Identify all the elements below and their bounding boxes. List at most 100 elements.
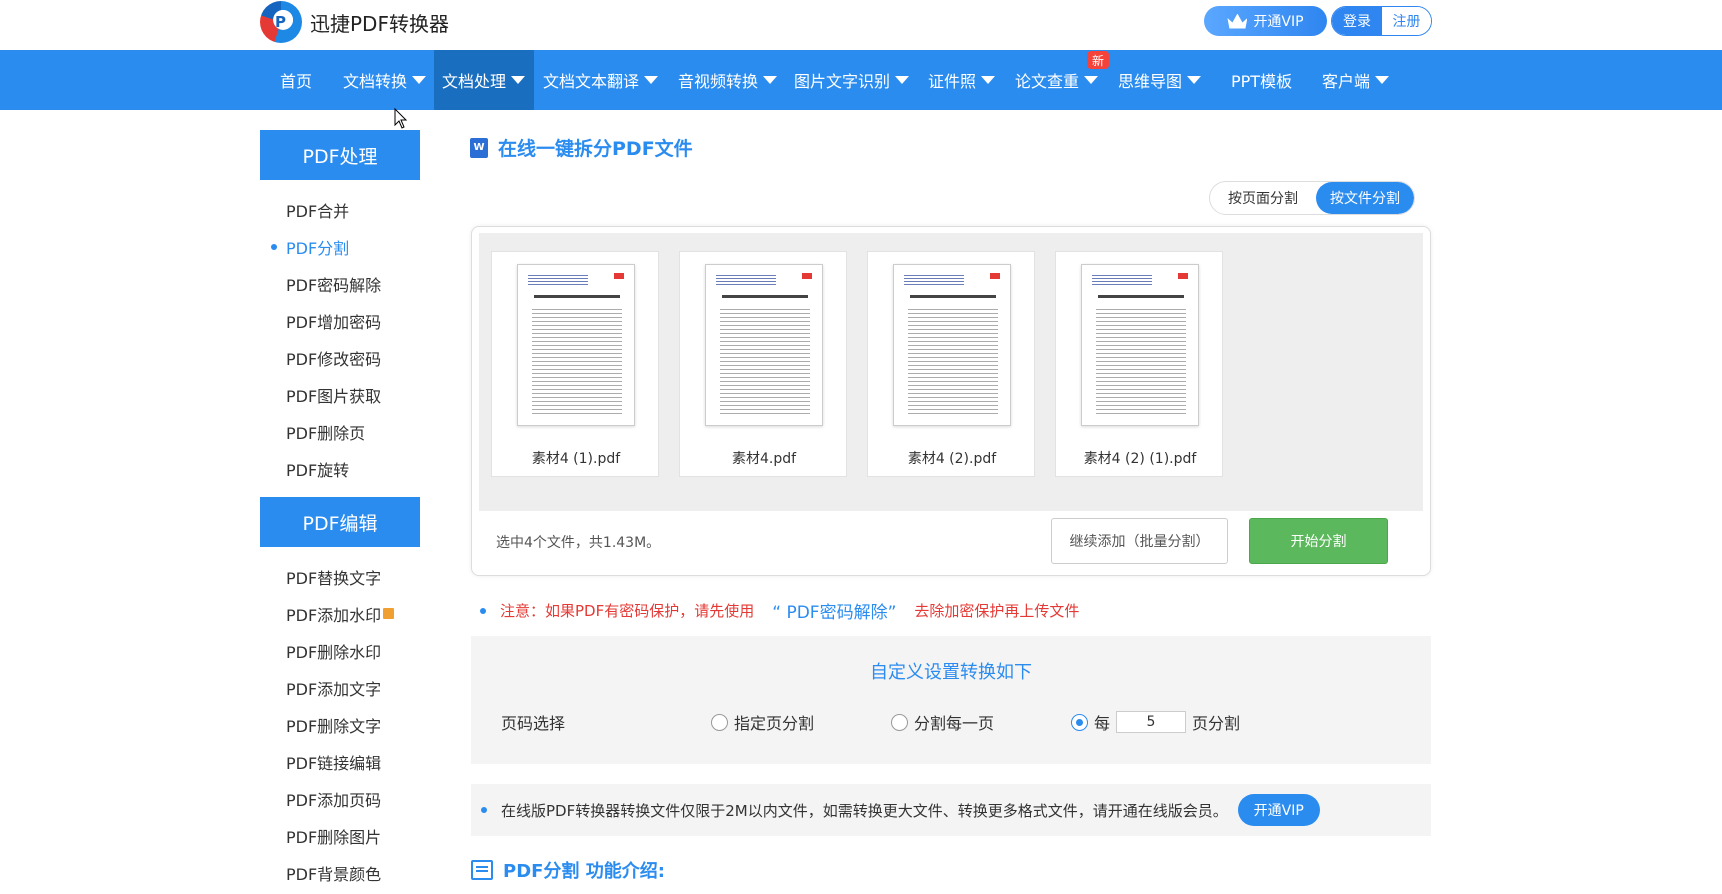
settings-title: 自定义设置转换如下 xyxy=(870,662,1032,683)
radio-button-selected[interactable] xyxy=(1071,713,1088,731)
radio-label-suffix: 页分割 xyxy=(1192,714,1241,733)
nav-label: 客户端 xyxy=(1322,72,1371,91)
top-header: P 迅捷PDF转换器 开通VIP 登录 注册 xyxy=(0,0,1722,50)
file-name: 素材4 (2).pdf xyxy=(907,451,997,467)
pages-per-split-input[interactable] xyxy=(1116,711,1187,733)
caret-down-icon xyxy=(511,76,526,84)
sidebar-item-pdf-remove-password[interactable]: PDF密码解除 xyxy=(260,265,420,302)
page-selection-label: 页码选择 xyxy=(501,714,566,733)
brand-name[interactable]: 迅捷PDF转换器 xyxy=(310,8,449,37)
notice-prefix: 注意：如果PDF有密码保护，请先使用 xyxy=(500,602,755,620)
pdf-thumbnail xyxy=(893,264,1011,426)
radio-button[interactable] xyxy=(711,713,728,731)
nav-label: 文档文本翻译 xyxy=(543,72,640,91)
add-more-files-button[interactable]: 继续添加（批量分割） xyxy=(1051,518,1228,564)
sidebar-item-label: PDF添加水印 xyxy=(286,605,382,625)
page-selection-row: 页码选择 指定页分割 分割每一页 每 页分割 xyxy=(501,706,1421,736)
nav-label: 首页 xyxy=(280,72,313,91)
selection-info: 选中4个文件，共1.43M。 xyxy=(496,535,661,551)
radio-specified-pages[interactable]: 指定页分割 xyxy=(711,710,814,734)
notice-suffix: 去除加密保护再上传文件 xyxy=(914,602,1080,620)
file-size-tip: 在线版PDF转换器转换文件仅限于2M以内文件，如需转换更大文件、转换更多格式文件… xyxy=(471,784,1431,836)
sidebar-item-pdf-delete-pages[interactable]: PDF删除页 xyxy=(260,413,420,450)
document-icon xyxy=(471,860,493,880)
radio-every-page[interactable]: 分割每一页 xyxy=(891,710,994,734)
sidebar-item-pdf-edit-links[interactable]: PDF链接编辑 xyxy=(260,743,420,780)
sidebar-item-pdf-background-color[interactable]: PDF背景颜色 xyxy=(260,854,420,891)
register-button[interactable]: 注册 xyxy=(1382,7,1431,35)
new-badge: 新 xyxy=(1087,51,1109,69)
radio-label: 指定页分割 xyxy=(734,714,815,733)
main-nav: 首页 文档转换 文档处理 文档文本翻译 音视频转换 图片文字识别 证件照 论文查… xyxy=(0,50,1722,110)
file-name: 素材4 (1).pdf xyxy=(531,451,621,467)
tip-vip-button[interactable]: 开通VIP xyxy=(1237,794,1320,826)
radio-every-n-pages[interactable]: 每 页分割 xyxy=(1071,710,1240,734)
intro-title: PDF分割 功能介绍: xyxy=(503,861,665,882)
nav-doc-convert[interactable]: 文档转换 xyxy=(343,50,427,110)
radio-button[interactable] xyxy=(891,713,908,731)
nav-id-photo[interactable]: 证件照 xyxy=(928,50,996,110)
feature-intro-heading: PDF分割 功能介绍: xyxy=(471,857,665,883)
nav-label: 论文查重 xyxy=(1015,72,1080,91)
caret-down-icon xyxy=(644,76,659,84)
page-title: 在线一键拆分PDF文件 xyxy=(498,138,693,160)
sidebar-item-pdf-rotate[interactable]: PDF旋转 xyxy=(260,450,420,487)
radio-label: 分割每一页 xyxy=(914,714,995,733)
file-name: 素材4 (2) (1).pdf xyxy=(1083,451,1197,467)
nav-plagiarism-check[interactable]: 论文查重 xyxy=(1015,50,1099,110)
sidebar-item-pdf-add-password[interactable]: PDF增加密码 xyxy=(260,302,420,339)
file-card[interactable]: 素材4.pdf xyxy=(679,251,847,477)
pdf-thumbnail xyxy=(517,264,635,426)
nav-label: 文档处理 xyxy=(442,72,507,91)
nav-label: 证件照 xyxy=(928,72,977,91)
nav-av-convert[interactable]: 音视频转换 xyxy=(678,50,778,110)
sidebar-item-pdf-merge[interactable]: PDF合并 xyxy=(260,191,420,228)
nav-client[interactable]: 客户端 xyxy=(1322,50,1390,110)
password-notice: 注意：如果PDF有密码保护，请先使用 “ PDF密码解除” 去除加密保护再上传文… xyxy=(480,598,1079,623)
login-button[interactable]: 登录 xyxy=(1332,7,1382,35)
caret-down-icon xyxy=(1375,76,1390,84)
vip-button[interactable]: 开通VIP xyxy=(1204,6,1327,36)
nav-doc-process[interactable]: 文档处理 xyxy=(434,50,534,110)
nav-label: 音视频转换 xyxy=(678,72,759,91)
nav-mindmap[interactable]: 思维导图 xyxy=(1118,50,1202,110)
sidebar-item-pdf-split[interactable]: PDF分割 xyxy=(260,228,420,265)
caret-down-icon xyxy=(1187,76,1202,84)
vip-tag-icon xyxy=(383,608,395,619)
caret-down-icon xyxy=(1084,76,1099,84)
start-split-button[interactable]: 开始分割 xyxy=(1249,518,1388,564)
sidebar-list-pdf-process: PDF合并 PDF分割 PDF密码解除 PDF增加密码 PDF修改密码 PDF图… xyxy=(260,191,420,487)
file-card[interactable]: 素材4 (1).pdf xyxy=(491,251,659,477)
split-by-page-tab[interactable]: 按页面分割 xyxy=(1210,182,1316,214)
sidebar-item-pdf-add-watermark[interactable]: PDF添加水印 xyxy=(260,595,420,632)
pdf-password-remove-link[interactable]: “ PDF密码解除” xyxy=(772,598,896,623)
pdf-thumbnail xyxy=(705,264,823,426)
nav-home[interactable]: 首页 xyxy=(280,50,312,110)
nav-ocr[interactable]: 图片文字识别 xyxy=(794,50,910,110)
file-list-area: 素材4 (1).pdf 素材4.pdf 素材4 (2).pdf 素材4 (2) … xyxy=(479,233,1423,511)
sidebar-item-pdf-extract-images[interactable]: PDF图片获取 xyxy=(260,376,420,413)
sidebar-list-pdf-edit: PDF替换文字 PDF添加水印 PDF删除水印 PDF添加文字 PDF删除文字 … xyxy=(260,558,420,891)
mouse-cursor-icon xyxy=(394,108,408,129)
nav-label: 文档转换 xyxy=(343,72,408,91)
nav-ppt-templates[interactable]: PPT模板 xyxy=(1231,50,1292,110)
sidebar-heading-pdf-edit: PDF编辑 xyxy=(260,497,420,547)
sidebar-item-pdf-remove-watermark[interactable]: PDF删除水印 xyxy=(260,632,420,669)
sidebar-item-pdf-delete-text[interactable]: PDF删除文字 xyxy=(260,706,420,743)
sidebar-item-pdf-replace-text[interactable]: PDF替换文字 xyxy=(260,558,420,595)
sidebar-item-pdf-add-text[interactable]: PDF添加文字 xyxy=(260,669,420,706)
file-card[interactable]: 素材4 (2) (1).pdf xyxy=(1055,251,1223,477)
brand-logo-icon[interactable]: P xyxy=(260,1,302,43)
file-upload-panel: 素材4 (1).pdf 素材4.pdf 素材4 (2).pdf 素材4 (2) … xyxy=(471,226,1431,576)
bullet-icon xyxy=(480,607,486,614)
sidebar-item-pdf-delete-images[interactable]: PDF删除图片 xyxy=(260,817,420,854)
nav-doc-translate[interactable]: 文档文本翻译 xyxy=(543,50,659,110)
split-settings-panel: 自定义设置转换如下 页码选择 指定页分割 分割每一页 每 页分割 xyxy=(471,636,1431,764)
nav-label: 思维导图 xyxy=(1118,72,1183,91)
sidebar-item-pdf-change-password[interactable]: PDF修改密码 xyxy=(260,339,420,376)
file-card[interactable]: 素材4 (2).pdf xyxy=(867,251,1035,477)
split-by-file-tab[interactable]: 按文件分割 xyxy=(1316,182,1414,214)
pdf-thumbnail xyxy=(1081,264,1199,426)
sidebar-item-pdf-add-page-numbers[interactable]: PDF添加页码 xyxy=(260,780,420,817)
sidebar-heading-pdf-process: PDF处理 xyxy=(260,130,420,180)
